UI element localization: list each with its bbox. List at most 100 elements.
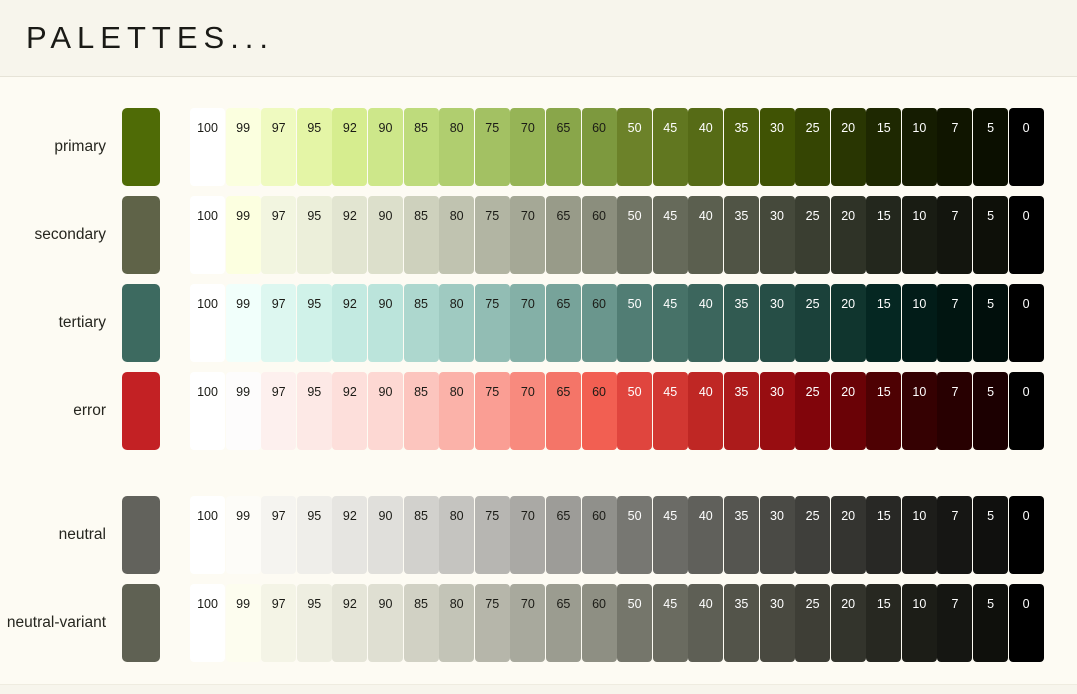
tone-swatch[interactable]: 85 bbox=[403, 284, 439, 362]
tone-swatch[interactable]: 65 bbox=[545, 372, 581, 450]
tone-swatch[interactable]: 10 bbox=[901, 584, 937, 662]
tone-swatch[interactable]: 92 bbox=[332, 196, 368, 274]
tone-swatch[interactable]: 99 bbox=[225, 196, 261, 274]
tone-swatch[interactable]: 80 bbox=[439, 372, 475, 450]
palette-key-swatch[interactable] bbox=[122, 584, 160, 662]
tone-swatch[interactable]: 70 bbox=[510, 584, 546, 662]
tone-swatch[interactable]: 10 bbox=[901, 284, 937, 362]
tone-swatch[interactable]: 65 bbox=[545, 284, 581, 362]
tone-swatch[interactable]: 7 bbox=[937, 372, 973, 450]
palette-key-swatch[interactable] bbox=[122, 496, 160, 574]
tone-swatch[interactable]: 90 bbox=[367, 496, 403, 574]
tone-swatch[interactable]: 99 bbox=[225, 496, 261, 574]
tone-swatch[interactable]: 95 bbox=[296, 108, 332, 186]
tone-swatch[interactable]: 25 bbox=[795, 372, 831, 450]
tone-swatch[interactable]: 7 bbox=[937, 196, 973, 274]
tone-swatch[interactable]: 40 bbox=[688, 196, 724, 274]
tone-swatch[interactable]: 7 bbox=[937, 284, 973, 362]
tone-swatch[interactable]: 50 bbox=[617, 108, 653, 186]
tone-swatch[interactable]: 45 bbox=[652, 108, 688, 186]
tone-swatch[interactable]: 65 bbox=[545, 584, 581, 662]
tone-swatch[interactable]: 80 bbox=[439, 496, 475, 574]
tone-swatch[interactable]: 70 bbox=[510, 196, 546, 274]
tone-swatch[interactable]: 75 bbox=[474, 372, 510, 450]
tone-swatch[interactable]: 35 bbox=[723, 584, 759, 662]
tone-swatch[interactable]: 70 bbox=[510, 108, 546, 186]
tone-swatch[interactable]: 0 bbox=[1008, 196, 1044, 274]
tone-swatch[interactable]: 0 bbox=[1008, 372, 1044, 450]
tone-swatch[interactable]: 15 bbox=[866, 584, 902, 662]
tone-swatch[interactable]: 97 bbox=[261, 584, 297, 662]
tone-swatch[interactable]: 70 bbox=[510, 496, 546, 574]
tone-swatch[interactable]: 95 bbox=[296, 584, 332, 662]
tone-swatch[interactable]: 5 bbox=[973, 584, 1009, 662]
tone-swatch[interactable]: 7 bbox=[937, 496, 973, 574]
tone-swatch[interactable]: 30 bbox=[759, 196, 795, 274]
tone-swatch[interactable]: 5 bbox=[973, 496, 1009, 574]
tone-swatch[interactable]: 45 bbox=[652, 496, 688, 574]
tone-swatch[interactable]: 85 bbox=[403, 372, 439, 450]
tone-swatch[interactable]: 92 bbox=[332, 584, 368, 662]
tone-swatch[interactable]: 0 bbox=[1008, 108, 1044, 186]
tone-swatch[interactable]: 90 bbox=[367, 372, 403, 450]
tone-swatch[interactable]: 70 bbox=[510, 372, 546, 450]
tone-swatch[interactable]: 95 bbox=[296, 284, 332, 362]
tone-swatch[interactable]: 15 bbox=[866, 496, 902, 574]
tone-swatch[interactable]: 45 bbox=[652, 196, 688, 274]
tone-swatch[interactable]: 65 bbox=[545, 108, 581, 186]
palette-key-swatch[interactable] bbox=[122, 108, 160, 186]
tone-swatch[interactable]: 40 bbox=[688, 284, 724, 362]
tone-swatch[interactable]: 5 bbox=[973, 372, 1009, 450]
tone-swatch[interactable]: 35 bbox=[723, 372, 759, 450]
tone-swatch[interactable]: 25 bbox=[795, 496, 831, 574]
tone-swatch[interactable]: 60 bbox=[581, 284, 617, 362]
tone-swatch[interactable]: 100 bbox=[190, 196, 225, 274]
tone-swatch[interactable]: 80 bbox=[439, 584, 475, 662]
tone-swatch[interactable]: 100 bbox=[190, 584, 225, 662]
tone-swatch[interactable]: 50 bbox=[617, 496, 653, 574]
tone-swatch[interactable]: 10 bbox=[901, 108, 937, 186]
tone-swatch[interactable]: 15 bbox=[866, 108, 902, 186]
tone-swatch[interactable]: 85 bbox=[403, 196, 439, 274]
tone-swatch[interactable]: 65 bbox=[545, 196, 581, 274]
tone-swatch[interactable]: 20 bbox=[830, 196, 866, 274]
tone-swatch[interactable]: 35 bbox=[723, 108, 759, 186]
tone-swatch[interactable]: 95 bbox=[296, 196, 332, 274]
tone-swatch[interactable]: 85 bbox=[403, 584, 439, 662]
tone-swatch[interactable]: 95 bbox=[296, 372, 332, 450]
tone-swatch[interactable]: 20 bbox=[830, 108, 866, 186]
tone-swatch[interactable]: 10 bbox=[901, 372, 937, 450]
palette-key-swatch[interactable] bbox=[122, 372, 160, 450]
tone-swatch[interactable]: 60 bbox=[581, 372, 617, 450]
tone-swatch[interactable]: 100 bbox=[190, 372, 225, 450]
tone-swatch[interactable]: 92 bbox=[332, 496, 368, 574]
tone-swatch[interactable]: 10 bbox=[901, 496, 937, 574]
palette-key-swatch[interactable] bbox=[122, 284, 160, 362]
tone-swatch[interactable]: 45 bbox=[652, 284, 688, 362]
tone-swatch[interactable]: 20 bbox=[830, 496, 866, 574]
tone-swatch[interactable]: 75 bbox=[474, 284, 510, 362]
tone-swatch[interactable]: 20 bbox=[830, 584, 866, 662]
tone-swatch[interactable]: 90 bbox=[367, 108, 403, 186]
tone-swatch[interactable]: 60 bbox=[581, 108, 617, 186]
tone-swatch[interactable]: 40 bbox=[688, 496, 724, 574]
tone-swatch[interactable]: 5 bbox=[973, 196, 1009, 274]
palette-key-swatch[interactable] bbox=[122, 196, 160, 274]
tone-swatch[interactable]: 95 bbox=[296, 496, 332, 574]
tone-swatch[interactable]: 100 bbox=[190, 108, 225, 186]
tone-swatch[interactable]: 40 bbox=[688, 372, 724, 450]
tone-swatch[interactable]: 0 bbox=[1008, 584, 1044, 662]
tone-swatch[interactable]: 100 bbox=[190, 496, 225, 574]
tone-swatch[interactable]: 75 bbox=[474, 108, 510, 186]
tone-swatch[interactable]: 15 bbox=[866, 284, 902, 362]
tone-swatch[interactable]: 92 bbox=[332, 372, 368, 450]
tone-swatch[interactable]: 99 bbox=[225, 284, 261, 362]
tone-swatch[interactable]: 45 bbox=[652, 584, 688, 662]
tone-swatch[interactable]: 90 bbox=[367, 584, 403, 662]
tone-swatch[interactable]: 97 bbox=[261, 196, 297, 274]
tone-swatch[interactable]: 97 bbox=[261, 284, 297, 362]
tone-swatch[interactable]: 5 bbox=[973, 108, 1009, 186]
tone-swatch[interactable]: 35 bbox=[723, 196, 759, 274]
tone-swatch[interactable]: 85 bbox=[403, 108, 439, 186]
tone-swatch[interactable]: 25 bbox=[795, 108, 831, 186]
